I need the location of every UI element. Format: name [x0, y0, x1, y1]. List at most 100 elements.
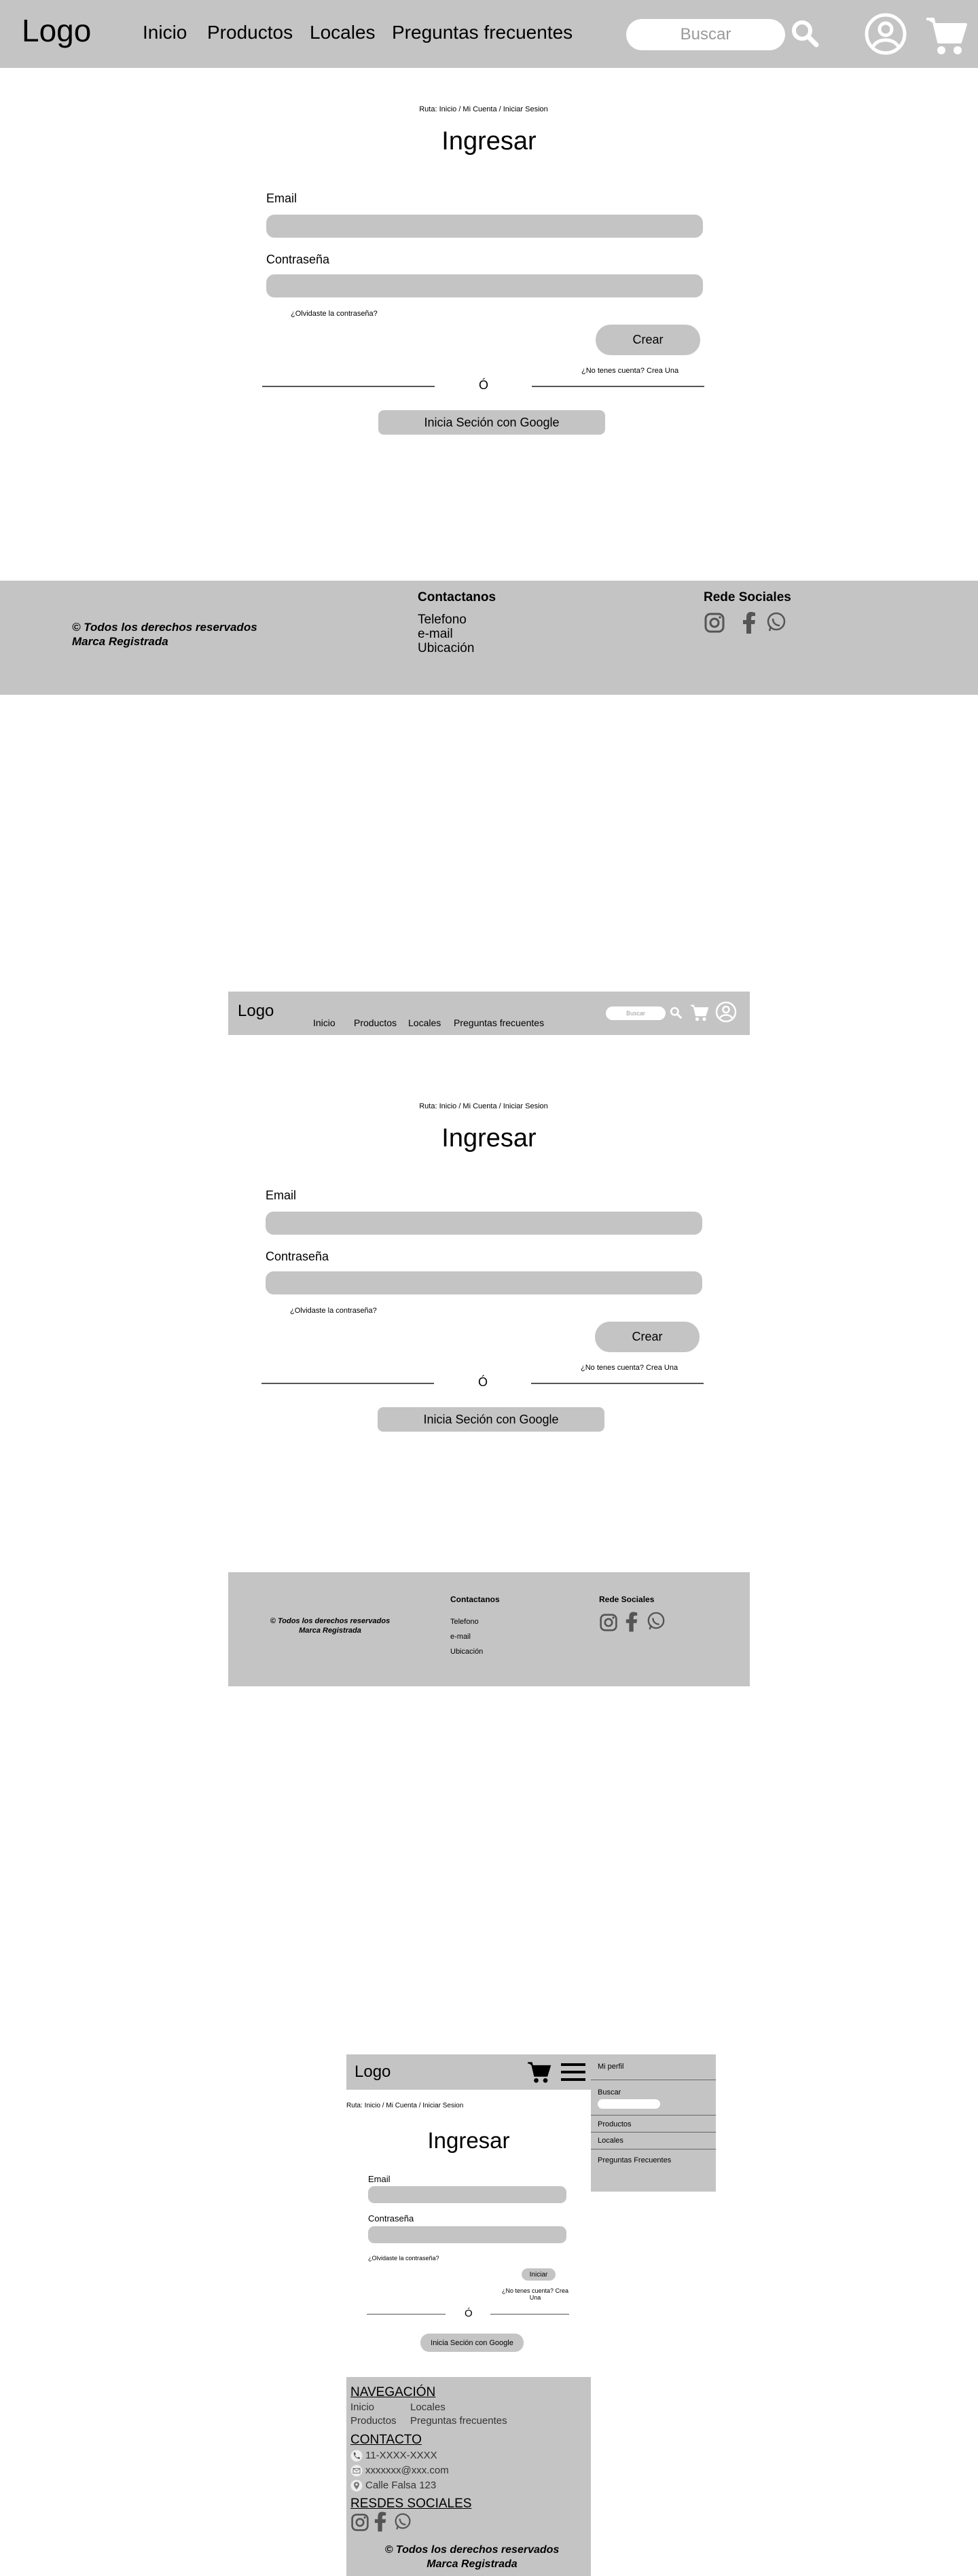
contact-phone[interactable]: Telefono — [418, 613, 467, 628]
password-field[interactable] — [368, 2226, 566, 2243]
user-icon[interactable] — [864, 12, 907, 56]
hamburger-menu-icon[interactable] — [561, 2063, 585, 2082]
breadcrumb: Ruta: Inicio / Mi Cuenta / Iniciar Sesio… — [419, 105, 548, 113]
footer-address[interactable]: Calle Falsa 123 — [365, 2480, 436, 2491]
cart-icon[interactable] — [690, 1002, 709, 1023]
or-separator: Ó — [465, 2308, 473, 2319]
footer-nav-faq[interactable]: Preguntas frecuentes — [410, 2415, 507, 2427]
page-title: Ingresar — [441, 127, 537, 156]
copyright-line2: Marca Registrada — [427, 2558, 518, 2570]
menu-item-productos[interactable]: Productos — [598, 2120, 632, 2128]
forgot-password-link[interactable]: ¿Olvidaste la contraseña? — [368, 2255, 439, 2262]
search-input[interactable]: Buscar — [626, 19, 785, 50]
social-title: Rede Sociales — [704, 590, 791, 604]
divider-left — [261, 1383, 434, 1384]
menu-item-locales[interactable]: Locales — [598, 2137, 623, 2145]
google-signin-button[interactable]: Inicia Seción con Google — [378, 410, 605, 435]
footer-nav-title: NAVEGACIÓN — [350, 2385, 436, 2399]
copyright-line2: Marca Registrada — [72, 635, 168, 648]
logo[interactable]: Logo — [238, 1002, 274, 1021]
divider-left — [367, 2314, 446, 2315]
instagram-icon[interactable] — [599, 1613, 618, 1632]
whatsapp-icon[interactable] — [766, 612, 786, 632]
email-field[interactable] — [368, 2186, 566, 2203]
menu-item-profile[interactable]: Mi perfil — [598, 2063, 624, 2071]
nav-item-locales[interactable]: Locales — [408, 1017, 441, 1028]
password-field[interactable] — [266, 274, 703, 297]
instagram-icon[interactable] — [350, 2513, 369, 2532]
menu-item-faq[interactable]: Preguntas Frecuentes — [598, 2156, 671, 2164]
nav-item-inicio[interactable]: Inicio — [313, 1017, 336, 1028]
nav-item-productos[interactable]: Productos — [207, 22, 293, 43]
divider-right — [531, 1383, 704, 1384]
register-link[interactable]: ¿No tenes cuenta? Crea Una — [581, 367, 678, 375]
copyright-line2: Marca Registrada — [299, 1627, 361, 1635]
location-icon — [350, 2480, 363, 2492]
whatsapp-icon[interactable] — [394, 2513, 412, 2530]
menu-search-input[interactable] — [598, 2099, 660, 2109]
search-input[interactable]: Buscar — [606, 1006, 666, 1020]
footer-phone[interactable]: 11-XXXX-XXXX — [365, 2450, 437, 2461]
contact-phone[interactable]: Telefono — [450, 1618, 479, 1626]
tablet-footer: © Todos los derechos reservados Marca Re… — [228, 1572, 750, 1686]
breadcrumb: Ruta: Inicio / Mi Cuenta / Iniciar Sesio… — [419, 1102, 548, 1110]
contact-email[interactable]: e-mail — [450, 1633, 471, 1641]
forgot-password-link[interactable]: ¿Olvidaste la contraseña? — [291, 310, 378, 318]
login-button-label: Iniciar — [529, 2270, 548, 2279]
footer-nav-productos[interactable]: Productos — [350, 2415, 397, 2427]
copyright-line1: © Todos los derechos reservados — [270, 1617, 391, 1625]
nav-item-productos[interactable]: Productos — [354, 1017, 397, 1028]
register-link[interactable]: ¿No tenes cuenta? Crea Una — [581, 1364, 678, 1372]
menu-search-label: Buscar — [598, 2088, 621, 2097]
google-button-label: Inicia Seción con Google — [424, 415, 560, 429]
search-icon[interactable] — [791, 19, 819, 48]
search-icon[interactable] — [670, 1006, 682, 1019]
nav-item-locales[interactable]: Locales — [310, 22, 376, 43]
google-signin-button[interactable]: Inicia Seción con Google — [378, 1407, 604, 1432]
mobile-menu-panel: Mi perfil Buscar Productos Locales Pregu… — [591, 2054, 716, 2192]
user-icon[interactable] — [715, 1001, 737, 1023]
breadcrumb: Ruta: Inicio / Mi Cuenta / Iniciar Sesio… — [346, 2102, 464, 2109]
logo[interactable]: Logo — [22, 12, 91, 49]
nav-item-faq[interactable]: Preguntas frecuentes — [454, 1017, 544, 1028]
create-button-label: Crear — [632, 1330, 663, 1343]
facebook-icon[interactable] — [742, 612, 757, 634]
search-placeholder: Buscar — [626, 1010, 645, 1017]
contact-location[interactable]: Ubicación — [450, 1648, 483, 1656]
email-field[interactable] — [266, 1212, 702, 1235]
divider-right — [490, 2314, 569, 2315]
logo[interactable]: Logo — [355, 2063, 391, 2082]
footer-nav-locales[interactable]: Locales — [410, 2401, 446, 2413]
email-label: Email — [266, 192, 297, 205]
facebook-icon[interactable] — [625, 1612, 638, 1632]
password-field[interactable] — [266, 1271, 702, 1294]
cart-icon[interactable] — [925, 14, 968, 57]
create-button[interactable]: Crear — [596, 325, 700, 355]
cart-icon[interactable] — [527, 2060, 551, 2084]
email-label: Email — [266, 1189, 297, 1202]
facebook-icon[interactable] — [374, 2511, 387, 2532]
contact-location[interactable]: Ubicación — [418, 641, 474, 656]
nav-item-inicio[interactable]: Inicio — [143, 22, 187, 43]
nav-item-faq[interactable]: Preguntas frecuentes — [392, 22, 573, 43]
instagram-icon[interactable] — [704, 612, 725, 634]
mobile-header: Logo — [346, 2054, 591, 2090]
whatsapp-icon[interactable] — [647, 1612, 666, 1631]
email-field[interactable] — [266, 215, 703, 238]
create-button[interactable]: Crear — [595, 1322, 700, 1352]
tablet-header: Logo Inicio Productos Locales Preguntas … — [228, 992, 750, 1035]
phone-icon — [350, 2450, 363, 2462]
login-button[interactable]: Iniciar — [522, 2268, 556, 2281]
contact-title: Contactanos — [450, 1595, 500, 1604]
forgot-password-link[interactable]: ¿Olvidaste la contraseña? — [290, 1307, 377, 1315]
copyright-line1: © Todos los derechos reservados — [72, 621, 257, 634]
footer-email[interactable]: xxxxxxx@xxx.com — [365, 2465, 449, 2476]
search-placeholder: Buscar — [680, 25, 731, 43]
desktop-header: Logo Inicio Productos Locales Preguntas … — [0, 0, 978, 68]
register-link[interactable]: ¿No tenes cuenta? Crea Una — [501, 2287, 569, 2301]
desktop-footer: © Todos los derechos reservados Marca Re… — [0, 581, 978, 695]
menu-divider — [591, 2132, 716, 2133]
contact-email[interactable]: e-mail — [418, 627, 453, 642]
google-signin-button[interactable]: Inicia Seción con Google — [420, 2334, 524, 2352]
footer-nav-inicio[interactable]: Inicio — [350, 2401, 374, 2413]
